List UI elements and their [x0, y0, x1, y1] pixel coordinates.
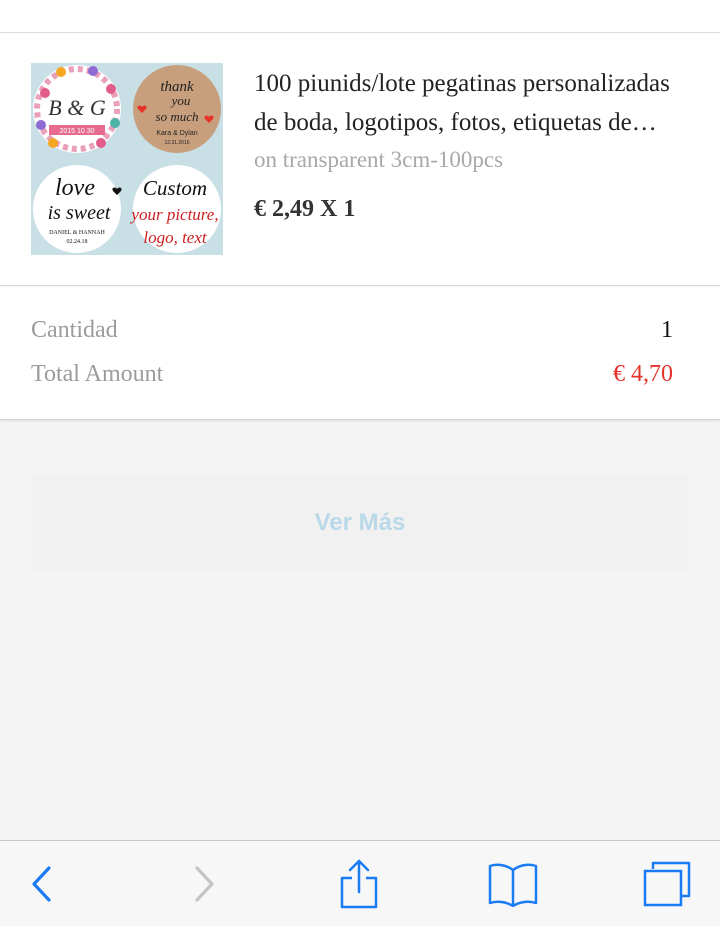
sticker-custom: Custom your picture, logo, text [129, 165, 221, 253]
sticker3-names: DANIEL & HANNAH [49, 230, 105, 236]
product-title-line2: de boda, logotipos, fotos, etiquetas de… [254, 109, 657, 136]
sticker-thank-you: thank you so much Kara & Dylan 12.31.201… [133, 65, 221, 153]
chevron-left-icon [32, 865, 51, 902]
sticker3-line1: love [55, 175, 95, 201]
sticker3-date: 02.24.18 [67, 239, 88, 245]
ver-mas-button[interactable]: Ver Más [31, 475, 689, 570]
product-title[interactable]: 100 piunids/lote pegatinas personalizada… [254, 64, 706, 142]
sticker4-line2: your picture, [129, 205, 218, 224]
quantity-label: Cantidad [31, 317, 118, 343]
product-price: € 2,49 X 1 [254, 196, 356, 222]
sticker1-banner: 2015 10 30 [59, 128, 94, 135]
sticker3-line2: is sweet [48, 202, 111, 224]
bookmarks-icon [488, 863, 538, 907]
sticker-love: love is sweet DANIEL & HANNAH 02.24.18 [33, 165, 122, 253]
tabs-button[interactable] [632, 841, 702, 926]
back-button[interactable] [10, 841, 74, 926]
tabs-icon [643, 861, 691, 906]
forward-button[interactable] [172, 841, 236, 926]
sticker4-line1: Custom [143, 176, 207, 200]
chevron-right-icon [195, 865, 214, 902]
sticker2-names: Kara & Dylan [156, 130, 197, 137]
product-card[interactable]: B & G 2015 10 30 thank you so much Kara … [0, 33, 720, 286]
sticker4-line3: logo, text [143, 228, 208, 247]
sticker-wreath: B & G 2015 10 30 [33, 65, 121, 153]
sticker2-line3: so much [156, 109, 199, 124]
share-button[interactable] [324, 841, 394, 926]
order-summary: Cantidad 1 Total Amount € 4,70 [0, 287, 720, 420]
bookmarks-button[interactable] [476, 841, 550, 926]
quantity-value: 1 [661, 317, 673, 343]
total-amount-value: € 4,70 [613, 361, 673, 387]
product-title-line1: 100 piunids/lote pegatinas personalizada… [254, 70, 670, 97]
sticker2-date: 12.31.2016 [164, 140, 189, 146]
product-thumbnail[interactable]: B & G 2015 10 30 thank you so much Kara … [31, 63, 223, 255]
total-amount-label: Total Amount [31, 361, 164, 387]
sticker1-initials: B & G [48, 95, 106, 120]
browser-toolbar [0, 840, 720, 926]
share-icon [340, 859, 378, 908]
sticker2-line2: you [170, 93, 191, 108]
product-variant: on transparent 3cm-100pcs [254, 147, 504, 172]
top-strip [0, 0, 720, 33]
